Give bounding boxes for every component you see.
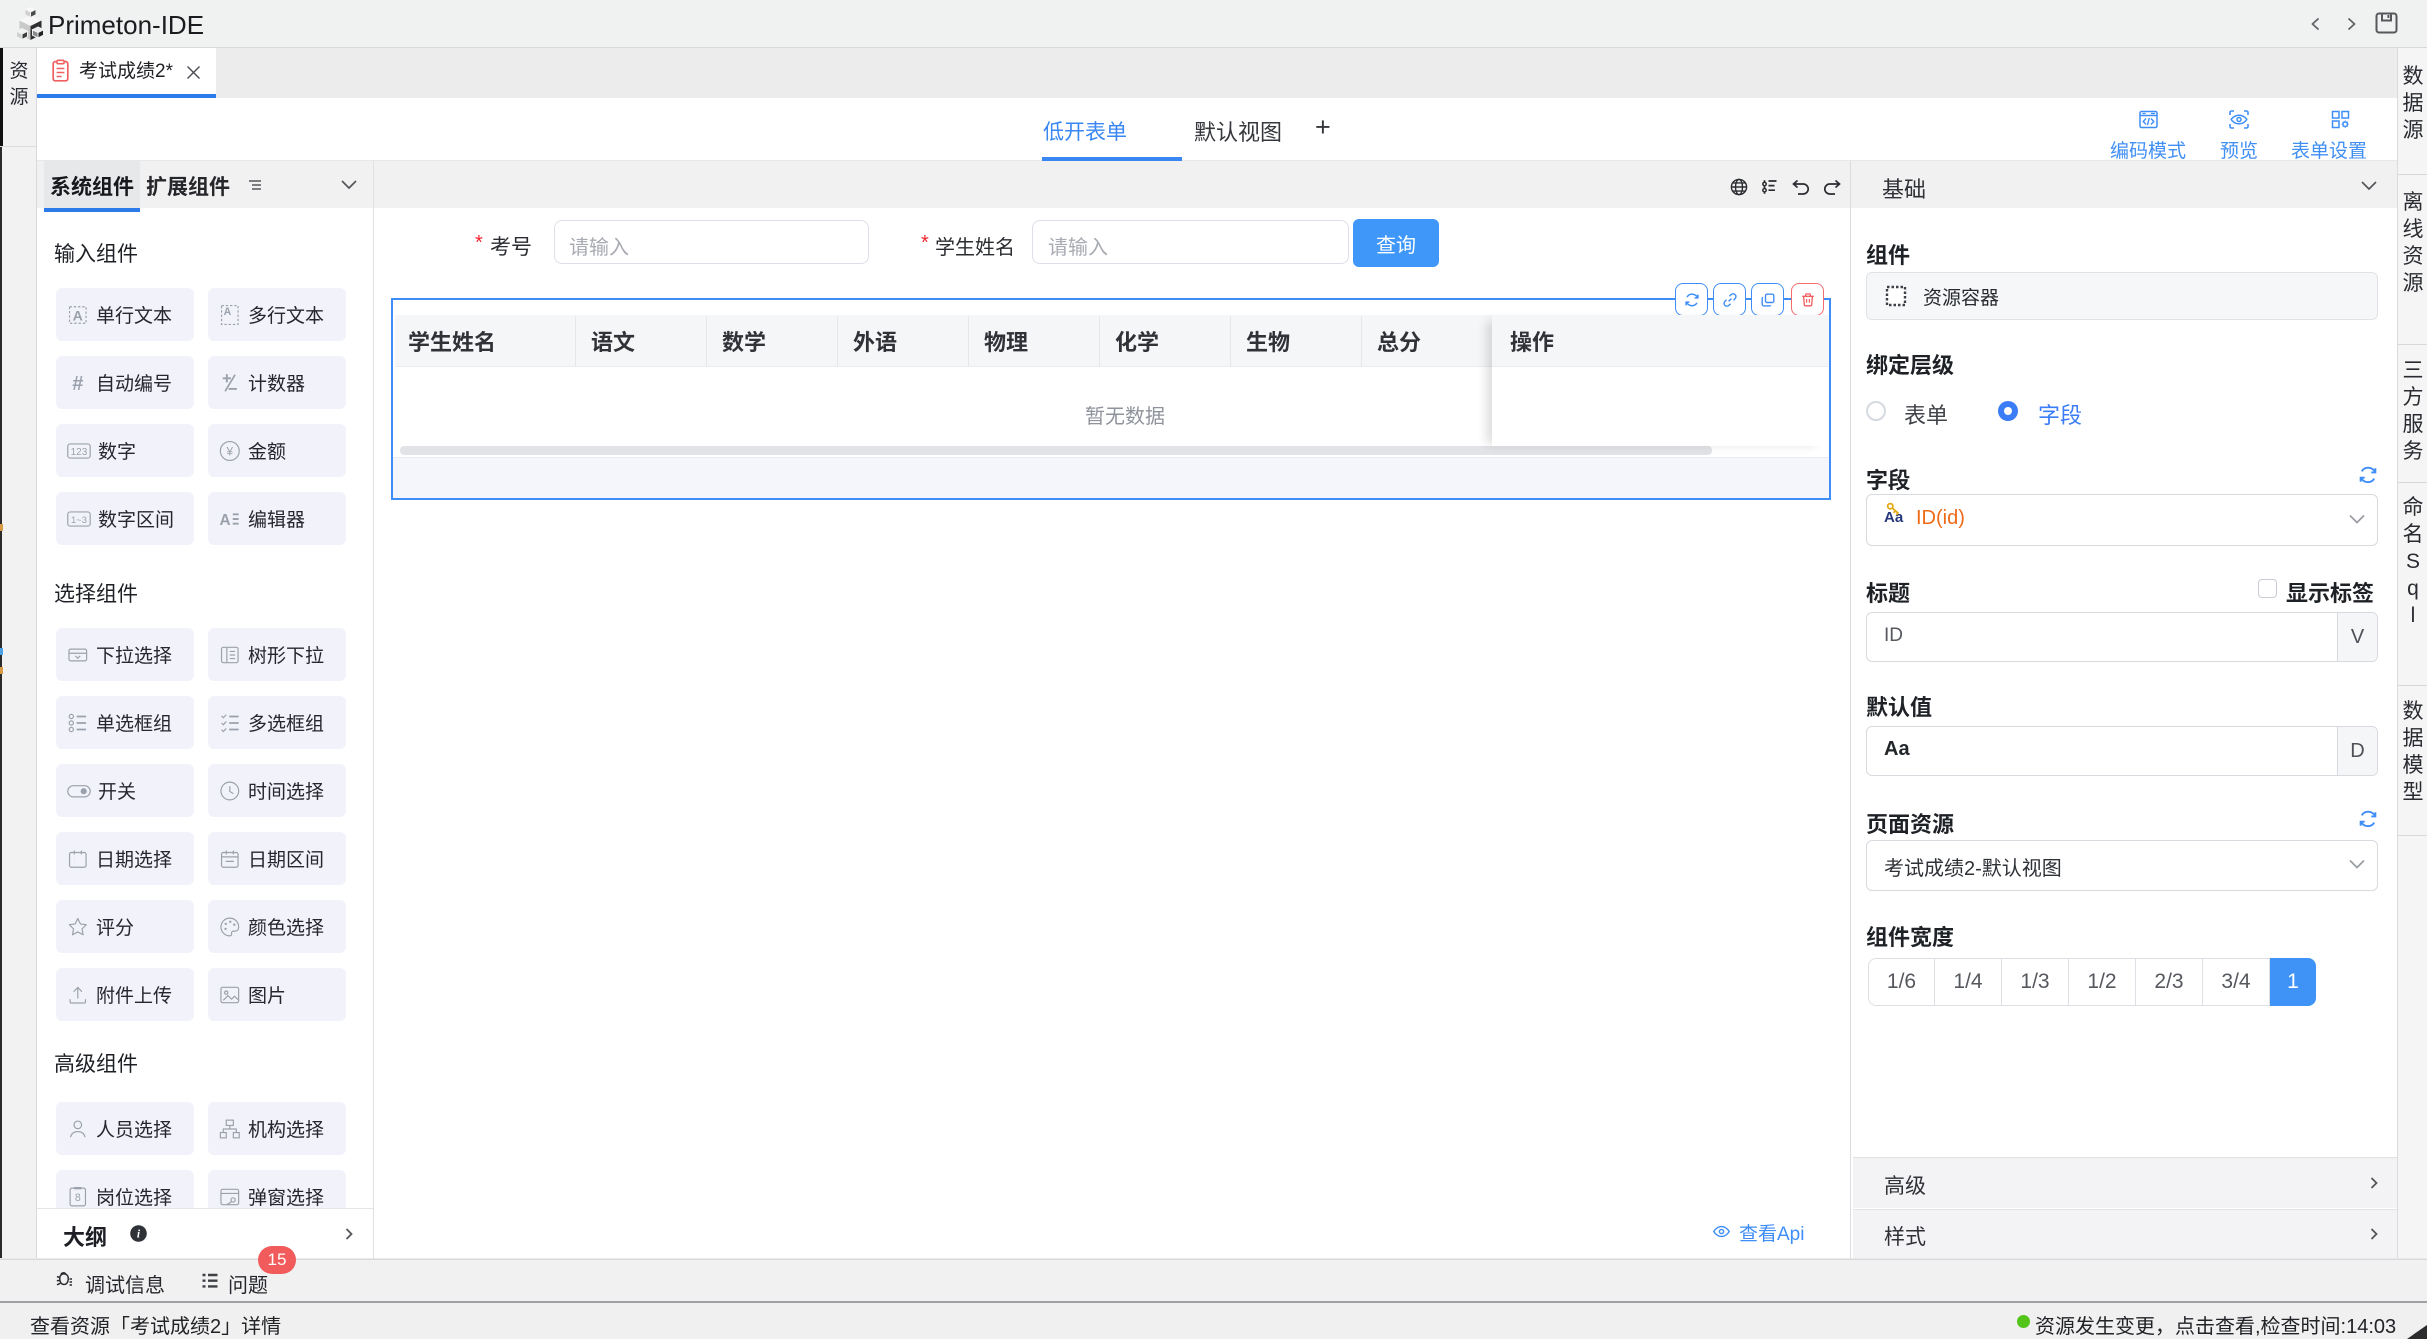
svg-text:#: # bbox=[72, 373, 83, 395]
svg-text:A: A bbox=[220, 511, 231, 528]
svg-text:A: A bbox=[224, 306, 232, 318]
svg-text:8: 8 bbox=[75, 1192, 81, 1204]
svg-text:A: A bbox=[73, 308, 83, 324]
svg-text:1~3: 1~3 bbox=[71, 514, 87, 525]
svg-text:¥: ¥ bbox=[226, 445, 234, 458]
svg-text:123: 123 bbox=[71, 447, 88, 458]
